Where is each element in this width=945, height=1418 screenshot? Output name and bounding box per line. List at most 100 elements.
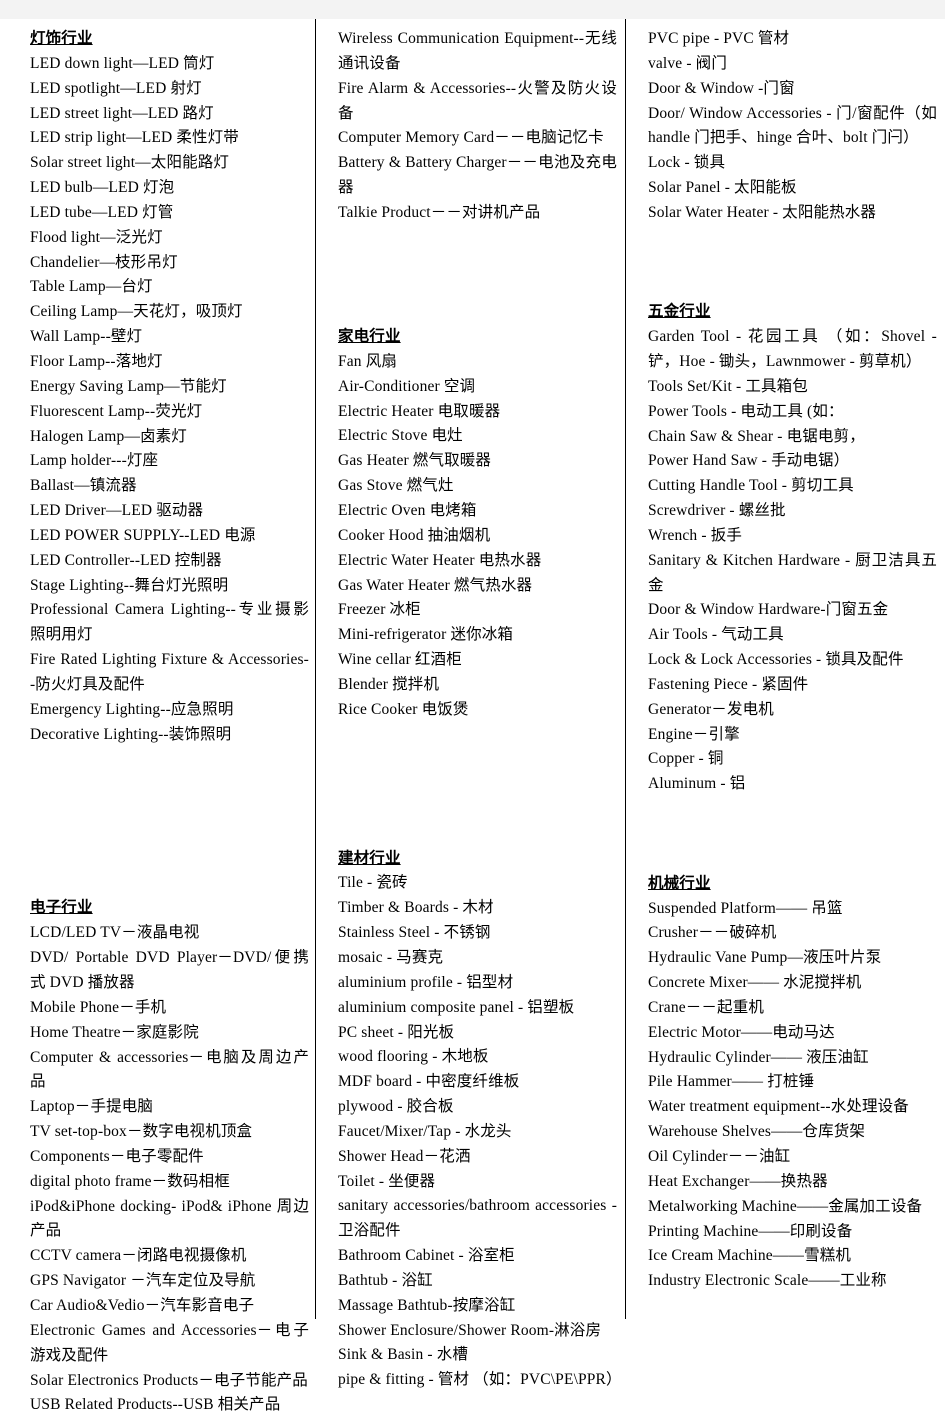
list-item: Fan 风扇	[338, 352, 398, 370]
list-item: Lock - 锁具	[648, 154, 726, 172]
list-item: CCTV camera－闭路电视摄像机	[30, 1247, 247, 1265]
list-item: Printing Machine——印刷设备	[648, 1222, 853, 1240]
list-item: LED bulb—LED 灯泡	[30, 179, 175, 197]
list-item: LED Controller--LED 控制器	[30, 551, 222, 569]
section-heading-hardware: 五金行业	[648, 303, 711, 321]
list-item: Tile - 瓷砖	[338, 874, 408, 892]
list-item: Sink & Basin - 水槽	[338, 1346, 469, 1364]
list-item: Laptop－手提电脑	[30, 1098, 154, 1116]
list-item: Engine－引擎	[648, 725, 740, 743]
list-item: Talkie Product－－对讲机产品	[338, 203, 541, 221]
section-heading-lighting: 灯饰行业	[30, 30, 93, 47]
list-item: GPS Navigator －汽车定位及导航	[30, 1272, 256, 1290]
list-item: Warehouse Shelves——仓库货架	[648, 1123, 866, 1141]
list-item: Fluorescent Lamp--荧光灯	[30, 402, 203, 420]
list-item: Car Audio&Vedio－汽车影音电子	[30, 1296, 255, 1314]
list-item: MDF board - 中密度纤维板	[338, 1073, 520, 1091]
list-item: Cooker Hood 抽油烟机	[338, 526, 491, 544]
column-2: Wireless Communication Equipment--无线通讯设备…	[315, 19, 625, 1388]
list-item: Pile Hammer—— 打桩锤	[648, 1073, 815, 1091]
list-item: Screwdriver - 螺丝批	[648, 502, 786, 520]
list-item: Crane－－起重机	[648, 998, 765, 1016]
list-item: Solar Electronics Products－电子节能产品	[30, 1371, 308, 1389]
list-item: Cutting Handle Tool - 剪切工具	[648, 477, 854, 495]
list-item: Power Hand Saw - 手动电锯）	[648, 452, 850, 470]
list-item: Ballast—镇流器	[30, 477, 137, 495]
list-item: Crusher－－破碎机	[648, 924, 777, 942]
list-item: Mini-refrigerator 迷你冰箱	[338, 626, 514, 644]
list-item: Lamp holder---灯座	[30, 452, 159, 470]
section-heading-machinery: 机械行业	[648, 874, 711, 892]
list-item: Ceiling Lamp—天花灯，吸顶灯	[30, 303, 243, 321]
list-item: DVD/ Portable DVD Player－DVD/便携式 DVD 播放器	[30, 949, 309, 991]
list-item: Chandelier—枝形吊灯	[30, 253, 178, 271]
list-item: Battery & Battery Charger－－电池及充电器	[338, 154, 617, 197]
list-item: Blender 搅拌机	[338, 675, 440, 693]
list-item: Solar Panel - 太阳能板	[648, 179, 797, 197]
list-item: Stage Lighting--舞台灯光照明	[30, 576, 229, 594]
list-item: Computer Memory Card－－电脑记忆卡	[338, 129, 604, 147]
section-heading-electronics: 电子行业	[30, 899, 93, 917]
page-margin-left	[0, 0, 8, 19]
list-item: Mobile Phone－手机	[30, 998, 167, 1016]
list-item: Gas Heater 燃气取暖器	[338, 452, 492, 470]
list-item: Halogen Lamp—卤素灯	[30, 427, 187, 445]
list-item: sanitary accessories/bathroom accessorie…	[338, 1197, 617, 1240]
list-item: Emergency Lighting--应急照明	[30, 700, 234, 718]
list-item: Water treatment equipment--水处理设备	[648, 1098, 909, 1116]
list-item: Electronic Games and Accessories－电子游戏及配件	[30, 1321, 309, 1364]
section-heading-home-appliance: 家电行业	[338, 328, 401, 346]
list-item: Decorative Lighting--装饰照明	[30, 725, 232, 743]
list-item: USB Related Products--USB 相关产品	[30, 1396, 281, 1414]
list-item: mosaic - 马赛克	[338, 948, 444, 966]
list-item: PVC pipe - PVC 管材	[648, 30, 790, 47]
list-item: Wine cellar 红酒柜	[338, 651, 462, 669]
list-item: Rice Cooker 电饭煲	[338, 700, 469, 718]
list-item: Electric Oven 电烤箱	[338, 502, 477, 519]
list-item: Industry Electronic Scale——工业称	[648, 1272, 887, 1290]
list-item: LED down light—LED 筒灯	[30, 54, 215, 72]
list-item: LED tube—LED 灯管	[30, 203, 174, 221]
list-item: Lock & Lock Accessories - 锁具及配件	[648, 651, 904, 669]
list-item: Solar street light—太阳能路灯	[30, 154, 230, 172]
list-item: Wireless Communication Equipment--无线通讯设备	[338, 30, 617, 72]
list-item: Door/ Window Accessories - 门/窗配件（如 handl…	[648, 104, 937, 147]
section-heading-building-materials: 建材行业	[338, 849, 401, 867]
list-item: Hydraulic Vane Pump—液压叶片泵	[648, 949, 882, 967]
list-item: Gas Water Heater 燃气热水器	[338, 576, 533, 594]
list-item: Shower Enclosure/Shower Room-淋浴房	[338, 1321, 602, 1339]
list-item: Timber & Boards - 木材	[338, 899, 494, 917]
list-item: digital photo frame－数码相框	[30, 1172, 230, 1190]
list-item: Chain Saw & Shear - 电锯电剪，	[648, 427, 865, 445]
list-item: LED strip light—LED 柔性灯带	[30, 129, 239, 147]
list-item: Aluminum - 铝	[648, 775, 746, 793]
list-item: Toilet - 坐便器	[338, 1172, 436, 1190]
list-item: Freezer 冰柜	[338, 601, 421, 619]
list-item: Hydraulic Cylinder—— 液压油缸	[648, 1048, 869, 1066]
list-item: pipe & fitting - 管材 （如：PVC\PE\PPR）	[338, 1371, 622, 1389]
list-item: Stainless Steel - 不锈钢	[338, 924, 491, 942]
document-sheet: 灯饰行业 LED down light—LED 筒灯 LED spotlight…	[0, 19, 945, 1413]
list-item: Gas Stove 燃气灶	[338, 477, 454, 495]
list-item: aluminium profile - 铝型材	[338, 973, 514, 991]
list-item: valve - 阀门	[648, 54, 727, 72]
list-item: Home Theatre－家庭影院	[30, 1023, 199, 1041]
list-item: wood flooring - 木地板	[338, 1048, 489, 1066]
list-item: Heat Exchanger——换热器	[648, 1172, 828, 1190]
list-item: Metalworking Machine——金属加工设备	[648, 1197, 923, 1215]
list-item: Faucet/Mixer/Tap - 水龙头	[338, 1122, 512, 1140]
list-item: Flood light—泛光灯	[30, 228, 163, 246]
list-item: Sanitary & Kitchen Hardware - 厨卫洁具五金	[648, 551, 937, 594]
list-item: plywood - 胶合板	[338, 1098, 454, 1116]
list-item: Suspended Platform—— 吊篮	[648, 899, 843, 917]
list-item: iPod&iPhone docking- iPod& iPhone 周边产品	[30, 1197, 309, 1240]
list-item: Wall Lamp--壁灯	[30, 328, 143, 346]
list-item: Garden Tool - 花园工具 （如：Shovel - 铲，Hoe - 锄…	[648, 328, 937, 370]
list-item: Electric Motor——电动马达	[648, 1023, 835, 1041]
list-item: Shower Head－花洒	[338, 1147, 471, 1165]
list-item: LED spotlight—LED 射灯	[30, 79, 202, 97]
